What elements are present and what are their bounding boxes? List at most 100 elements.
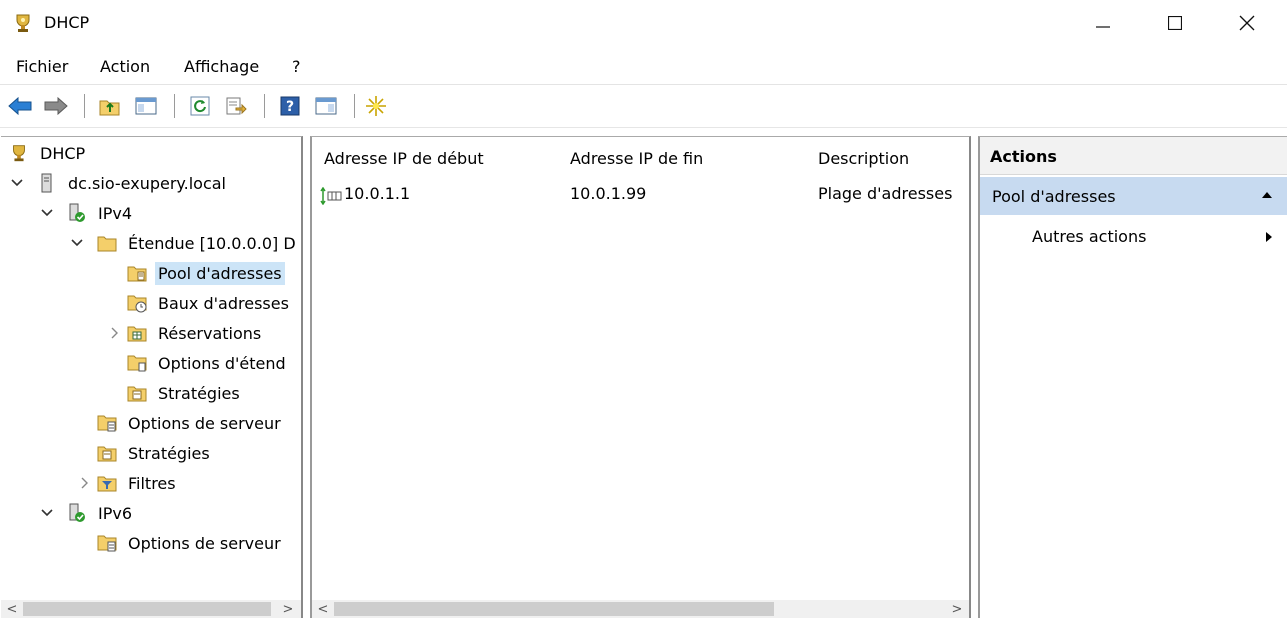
- tree-label: IPv4: [98, 203, 133, 223]
- tree-item-ipv4[interactable]: IPv4: [39, 199, 135, 227]
- help-icon: ?: [280, 96, 300, 116]
- tree-label: Options de serveur: [128, 413, 281, 433]
- svg-text:?: ?: [286, 99, 294, 115]
- cell-start-ip: 10.0.1.1: [344, 184, 411, 203]
- show-hide-action-pane-button[interactable]: [312, 92, 340, 120]
- title-bar: DHCP: [0, 0, 1287, 48]
- list-horizontal-scrollbar[interactable]: < >: [312, 600, 969, 618]
- ipv6-status-icon: [67, 503, 87, 523]
- server-options-icon: [97, 413, 117, 433]
- new-item-button[interactable]: [362, 92, 390, 120]
- tree-label: Stratégies: [158, 383, 240, 403]
- folder-icon: [97, 233, 117, 253]
- dhcp-app-icon: [12, 12, 34, 34]
- more-actions-item[interactable]: Autres actions: [980, 221, 1287, 251]
- tree-item-ipv6[interactable]: IPv6: [39, 499, 135, 527]
- scope-options-icon: [127, 353, 147, 373]
- back-button[interactable]: [6, 92, 34, 120]
- cell-end-ip: 10.0.1.99: [570, 184, 647, 203]
- tree-item-filters[interactable]: Filtres: [77, 469, 179, 497]
- address-range-icon: [320, 186, 344, 209]
- scroll-right-icon[interactable]: >: [948, 600, 966, 618]
- scrollbar-thumb[interactable]: [334, 602, 774, 616]
- scroll-right-icon[interactable]: >: [279, 600, 297, 618]
- up-level-button[interactable]: [96, 92, 124, 120]
- server-options-icon: [97, 533, 117, 553]
- close-button[interactable]: [1217, 0, 1277, 46]
- tree-item-reservations[interactable]: Réservations: [107, 319, 264, 347]
- submenu-arrow-icon: [1266, 232, 1272, 242]
- export-list-icon: [226, 97, 247, 115]
- forward-arrow-icon: [44, 97, 68, 115]
- console-tree-pane[interactable]: DHCP dc.sio-exupery.local IPv4 Étendue […: [1, 136, 303, 618]
- result-list-pane[interactable]: Adresse IP de début Adresse IP de fin De…: [310, 136, 971, 618]
- chevron-down-icon[interactable]: [39, 205, 55, 221]
- forward-button[interactable]: [42, 92, 70, 120]
- menu-help[interactable]: ?: [292, 57, 301, 76]
- tree-label: Options d'étend: [158, 353, 286, 373]
- maximize-button[interactable]: [1145, 0, 1205, 46]
- server-icon: [37, 173, 57, 193]
- column-header-start-ip[interactable]: Adresse IP de début: [324, 149, 484, 168]
- show-hide-tree-button[interactable]: [132, 92, 160, 120]
- column-header-end-ip[interactable]: Adresse IP de fin: [570, 149, 703, 168]
- address-leases-icon: [127, 293, 147, 313]
- tree-item-scope-policies[interactable]: Stratégies: [127, 379, 243, 407]
- actions-section-label: Pool d'adresses: [992, 187, 1116, 206]
- tree-label: Réservations: [158, 323, 262, 343]
- toolbar-separator: [84, 94, 85, 118]
- export-list-button[interactable]: [222, 92, 250, 120]
- tree-item-ipv6-server-options[interactable]: Options de serveur: [97, 529, 284, 557]
- toolbar-separator: [174, 94, 175, 118]
- table-row[interactable]: 10.0.1.1 10.0.1.99 Plage d'adresses p: [318, 184, 958, 208]
- actions-section-address-pool[interactable]: Pool d'adresses: [980, 177, 1287, 215]
- refresh-button[interactable]: [186, 92, 214, 120]
- tree-item-dhcp[interactable]: DHCP: [9, 139, 88, 167]
- tree-label: Pool d'adresses: [155, 261, 285, 285]
- toolbar: ?: [0, 88, 1287, 126]
- collapse-up-icon[interactable]: [1261, 191, 1273, 199]
- tree-item-server-options[interactable]: Options de serveur: [97, 409, 284, 437]
- dhcp-icon: [9, 143, 29, 163]
- minimize-button[interactable]: [1073, 0, 1133, 46]
- tree-item-address-pool[interactable]: Pool d'adresses: [127, 259, 285, 287]
- tree-item-scope[interactable]: Étendue [10.0.0.0] D: [69, 229, 299, 257]
- chevron-down-icon[interactable]: [69, 235, 85, 251]
- scroll-left-icon[interactable]: <: [314, 600, 332, 618]
- tree-horizontal-scrollbar[interactable]: < >: [1, 600, 301, 618]
- close-icon: [1239, 15, 1255, 31]
- refresh-icon: [190, 96, 210, 116]
- tree-item-server[interactable]: dc.sio-exupery.local: [9, 169, 229, 197]
- menu-affichage[interactable]: Affichage: [184, 57, 259, 76]
- help-button[interactable]: ?: [276, 92, 304, 120]
- tree-label: DHCP: [40, 143, 86, 163]
- show-hide-tree-icon: [135, 97, 157, 115]
- tree-item-address-leases[interactable]: Baux d'adresses: [127, 289, 292, 317]
- toolbar-divider: [0, 127, 1287, 128]
- tree-item-server-policies[interactable]: Stratégies: [97, 439, 213, 467]
- tree-label: Étendue [10.0.0.0] D: [128, 233, 296, 253]
- window-title: DHCP: [44, 13, 90, 32]
- menu-bar: Fichier Action Affichage ?: [0, 52, 1287, 82]
- actions-pane: Actions Pool d'adresses Autres actions: [978, 136, 1287, 618]
- up-folder-icon: [99, 100, 120, 116]
- new-item-star-icon: [366, 96, 386, 116]
- menu-fichier[interactable]: Fichier: [16, 57, 68, 76]
- tree-label: Filtres: [128, 473, 176, 493]
- show-hide-action-pane-icon: [315, 97, 337, 115]
- scroll-left-icon[interactable]: <: [3, 600, 21, 618]
- toolbar-separator: [264, 94, 265, 118]
- actions-title: Actions: [990, 147, 1057, 166]
- menu-action[interactable]: Action: [100, 57, 150, 76]
- tree-label: dc.sio-exupery.local: [68, 173, 226, 193]
- actions-header: Actions: [980, 137, 1287, 175]
- scrollbar-thumb[interactable]: [23, 602, 271, 616]
- chevron-down-icon[interactable]: [9, 175, 25, 191]
- chevron-right-icon[interactable]: [77, 475, 93, 491]
- address-pool-icon: [127, 263, 147, 283]
- chevron-right-icon[interactable]: [107, 325, 123, 341]
- tree-item-scope-options[interactable]: Options d'étend: [127, 349, 289, 377]
- chevron-down-icon[interactable]: [39, 505, 55, 521]
- tree-label: Stratégies: [128, 443, 210, 463]
- column-header-description[interactable]: Description: [818, 149, 909, 168]
